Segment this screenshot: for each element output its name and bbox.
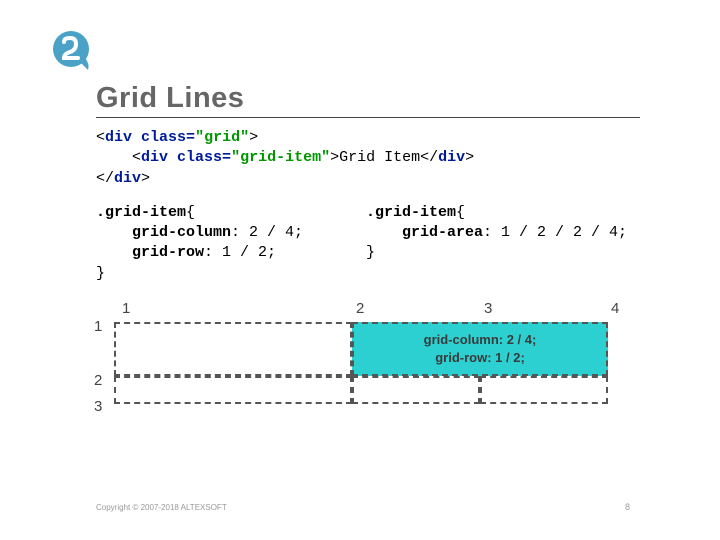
code-line: <div class="grid"> [96, 128, 640, 148]
code-line: grid-area: 1 / 2 / 2 / 4; [366, 223, 640, 243]
code-line: .grid-item{ [96, 203, 336, 223]
row-label: 2 [94, 372, 102, 389]
col-label: 4 [611, 300, 619, 317]
code-line: } [96, 264, 336, 284]
col-label: 3 [484, 300, 492, 317]
copyright: Copyright © 2007-2018 ALTEXSOFT [96, 503, 227, 512]
logo-icon [50, 28, 96, 74]
highlight-line: grid-column: 2 / 4; [424, 331, 537, 349]
code-line: </div> [96, 169, 640, 189]
row-label: 1 [94, 318, 102, 335]
page-number: 8 [625, 502, 630, 512]
code-line: grid-column: 2 / 4; [96, 223, 336, 243]
row-label: 3 [94, 398, 102, 415]
code-line: } [366, 243, 640, 263]
code-html-block: <div class="grid"> <div class="grid-item… [96, 128, 640, 189]
code-line: <div class="grid-item">Grid Item</div> [96, 148, 640, 168]
col-label: 1 [122, 300, 130, 317]
slide-title: Grid Lines [96, 82, 640, 118]
highlight-line: grid-row: 1 / 2; [435, 349, 525, 367]
code-css-left: .grid-item{ grid-column: 2 / 4; grid-row… [96, 203, 336, 284]
diagram-highlight: grid-column: 2 / 4; grid-row: 1 / 2; [352, 322, 608, 376]
code-line: .grid-item{ [366, 203, 640, 223]
col-label: 2 [356, 300, 364, 317]
grid-diagram: 1 2 3 4 1 2 3 grid-column: 2 / 4; grid-r… [86, 300, 646, 420]
code-css-right: .grid-item{ grid-area: 1 / 2 / 2 / 4;} [366, 203, 640, 284]
code-line: grid-row: 1 / 2; [96, 243, 336, 263]
